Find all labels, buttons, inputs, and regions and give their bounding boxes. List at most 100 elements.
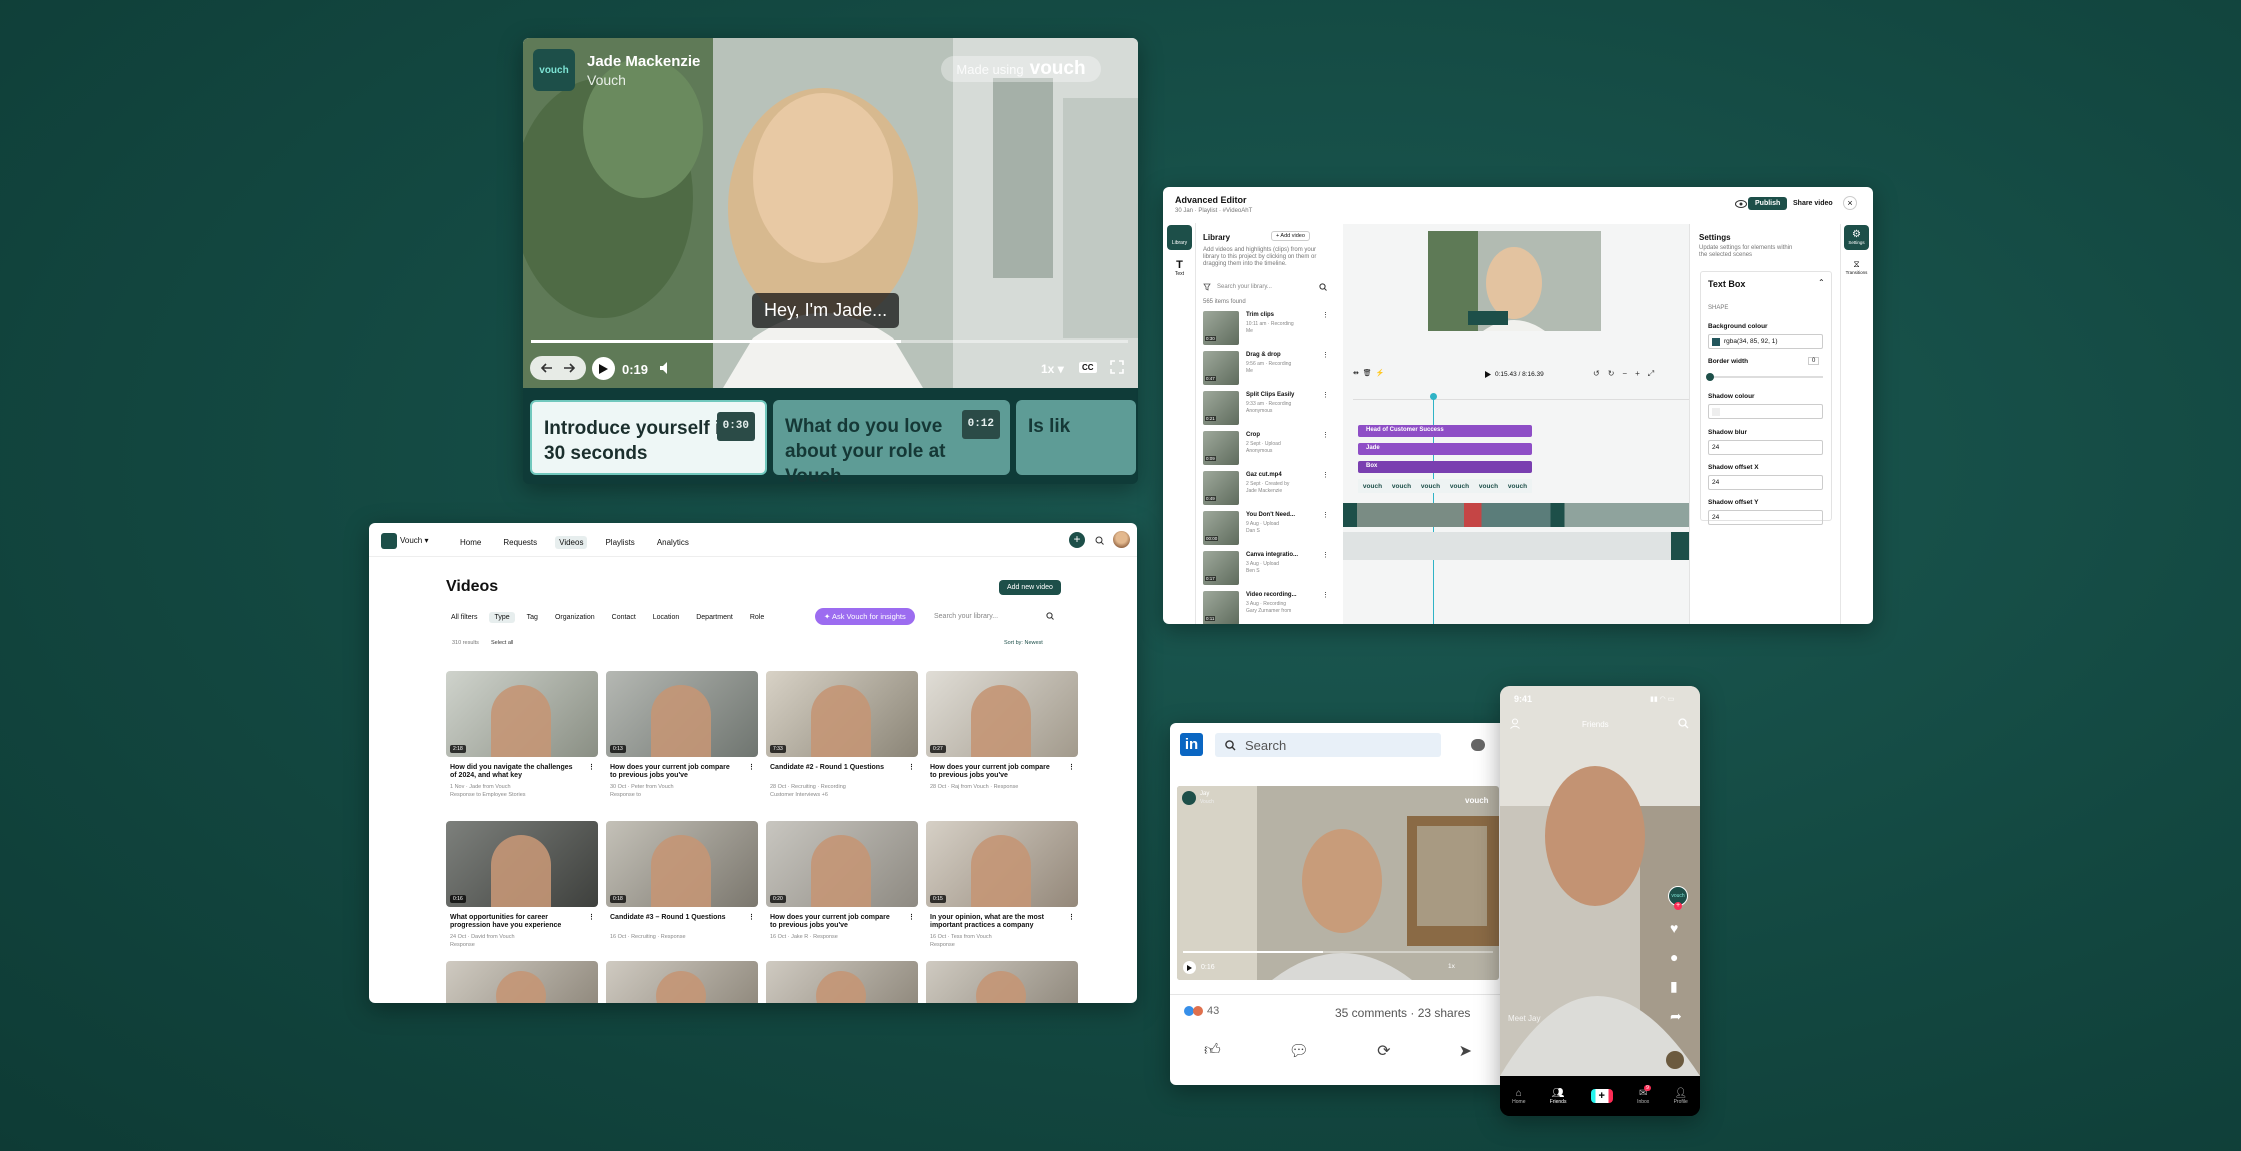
slider-handle[interactable]: [1706, 373, 1714, 381]
video-search-input[interactable]: Search your library...: [934, 613, 998, 620]
library-item[interactable]: 0:17 Canva integratio... 3 Aug · Upload …: [1203, 551, 1329, 587]
library-item[interactable]: 0:30 Trim clips 10:11 am · Recording Me …: [1203, 311, 1329, 347]
tab-text[interactable]: T Text: [1167, 259, 1192, 277]
nav-friends[interactable]: 👥︎ Friends: [1550, 1088, 1567, 1105]
speed-select[interactable]: 1x ▾: [1041, 362, 1064, 376]
captions-button[interactable]: CC: [1079, 362, 1097, 373]
filter-chip[interactable]: Role: [745, 612, 769, 623]
library-item[interactable]: 0:49 Gaz cut.mp4 2 Sept · Created by Jad…: [1203, 471, 1329, 507]
play-button[interactable]: [592, 357, 615, 380]
like-icon[interactable]: 👍︎: [1204, 1041, 1221, 1061]
add-icon[interactable]: +: [1069, 532, 1085, 548]
video-thumbnail[interactable]: 0:27: [926, 671, 1078, 757]
send-icon[interactable]: ➤: [1459, 1041, 1472, 1061]
search-icon[interactable]: [1678, 718, 1689, 729]
filter-chip[interactable]: Contact: [607, 612, 641, 623]
border-width-slider[interactable]: [1708, 376, 1823, 378]
magic-icon[interactable]: ⚡: [1376, 370, 1385, 377]
more-options-icon[interactable]: ⋮: [1322, 511, 1329, 519]
nav-item[interactable]: Analytics: [653, 536, 693, 549]
ask-vouch-button[interactable]: ✦ Ask Vouch for insights: [815, 608, 915, 625]
text-box-heading[interactable]: Text Box: [1708, 279, 1745, 289]
more-options-icon[interactable]: ⋮: [1068, 764, 1075, 772]
video-title[interactable]: How does your current job compare to pre…: [930, 764, 1058, 780]
more-options-icon[interactable]: ⋮: [588, 914, 595, 922]
search-icon[interactable]: [1046, 612, 1054, 620]
comment-icon[interactable]: 💬︎: [1289, 1041, 1309, 1061]
tab-settings[interactable]: ⚙ Settings: [1844, 225, 1869, 250]
video-thumbnail[interactable]: 0:15: [926, 821, 1078, 907]
video-title[interactable]: How does your current job compare to pre…: [770, 914, 898, 930]
library-item[interactable]: 0:21 Split Clips Easily 9:33 am · Record…: [1203, 391, 1329, 427]
more-options-icon[interactable]: ⋮: [748, 914, 755, 922]
more-options-icon[interactable]: ⋮: [1322, 351, 1329, 359]
linkedin-logo[interactable]: in: [1180, 733, 1203, 756]
video-thumbnail[interactable]: [446, 961, 598, 1003]
select-all[interactable]: Select all: [491, 640, 513, 646]
shadow-blur-input[interactable]: 24: [1708, 440, 1823, 455]
split-icon[interactable]: ⇹: [1353, 370, 1359, 377]
add-new-video-button[interactable]: Add new video: [999, 580, 1061, 595]
more-options-icon[interactable]: ⋮: [1322, 551, 1329, 559]
reaction-summary[interactable]: 43: [1184, 1005, 1219, 1017]
nav-home[interactable]: ⌂ Home: [1512, 1088, 1525, 1105]
nav-item[interactable]: Videos: [555, 536, 588, 549]
heart-icon[interactable]: ♥: [1670, 920, 1682, 936]
search-icon[interactable]: [1095, 536, 1104, 545]
library-item[interactable]: 00:00 You Don't Need... 9 Aug · Upload D…: [1203, 511, 1329, 547]
preview-frame[interactable]: [1428, 231, 1601, 331]
playhead-handle[interactable]: [1430, 393, 1437, 400]
more-options-icon[interactable]: ⋮: [1322, 311, 1329, 319]
more-options-icon[interactable]: ⋮: [748, 764, 755, 772]
video-thumbnail[interactable]: [926, 961, 1078, 1003]
timeline-zoom-controls[interactable]: ↺↻−+⤢: [1593, 369, 1662, 379]
volume-icon[interactable]: [659, 361, 673, 375]
nav-profile[interactable]: 👤︎ Profile: [1674, 1088, 1688, 1105]
comment-icon[interactable]: ●: [1670, 949, 1682, 965]
more-options-icon[interactable]: ⋮: [1322, 431, 1329, 439]
share-icon[interactable]: ➦: [1670, 1008, 1682, 1025]
more-options-icon[interactable]: ⋮: [1068, 914, 1075, 922]
tab-friends[interactable]: Friends: [1582, 720, 1609, 729]
shadow-colour-input[interactable]: [1708, 404, 1823, 419]
share-video-button[interactable]: Share video: [1793, 200, 1833, 207]
question-card-3[interactable]: Is lik: [1016, 400, 1136, 475]
video-title[interactable]: In your opinion, what are the most impor…: [930, 914, 1058, 930]
more-options-icon[interactable]: ⋮: [588, 764, 595, 772]
more-options-icon[interactable]: ⋮: [908, 764, 915, 772]
video-frame[interactable]: [523, 38, 1138, 388]
library-item[interactable]: 0:47 Drag & drop 9:56 am · Recording Me …: [1203, 351, 1329, 387]
progress-track[interactable]: [531, 340, 1128, 343]
fullscreen-icon[interactable]: [1110, 360, 1124, 374]
linkedin-search-input[interactable]: Search: [1245, 738, 1286, 753]
more-options-icon[interactable]: ⋮: [908, 914, 915, 922]
linkedin-speed[interactable]: 1x: [1448, 963, 1455, 970]
nav-inbox[interactable]: ✉ Inbox 9: [1637, 1084, 1651, 1105]
timeline-play-icon[interactable]: [1485, 371, 1491, 378]
shadow-offset-y-input[interactable]: 24: [1708, 510, 1823, 525]
shadow-offset-x-input[interactable]: 24: [1708, 475, 1823, 490]
nav-item[interactable]: Playlists: [601, 536, 638, 549]
video-title[interactable]: Candidate #2 - Round 1 Questions: [770, 764, 898, 772]
question-card-1[interactable]: Introduce yourself in 30 seconds 0:30: [530, 400, 767, 475]
end-card-clip[interactable]: [1671, 532, 1689, 560]
library-search-field[interactable]: Search your library...: [934, 608, 1054, 624]
video-thumbnail[interactable]: 0:16: [446, 821, 598, 907]
audio-track[interactable]: [1343, 532, 1689, 560]
colour-swatch[interactable]: [1712, 337, 1720, 346]
filter-chip[interactable]: Location: [648, 612, 684, 623]
video-track[interactable]: [1343, 503, 1689, 527]
library-item[interactable]: 0:11 Video recording... 3 Aug · Recordin…: [1203, 591, 1329, 624]
sort-select[interactable]: Sort by: Newest: [1004, 640, 1043, 646]
question-card-2[interactable]: What do you love about your role at Vouc…: [773, 400, 1010, 484]
messaging-icon[interactable]: [1471, 739, 1485, 751]
library-search[interactable]: Search your library...: [1203, 281, 1327, 293]
filter-chip[interactable]: All filters: [446, 612, 482, 623]
back-arrow-icon[interactable]: [541, 363, 553, 373]
filter-chip[interactable]: Tag: [522, 612, 543, 623]
bookmark-icon[interactable]: ▮: [1670, 978, 1682, 995]
video-thumbnail[interactable]: 0:13: [606, 671, 758, 757]
comment-count[interactable]: 35 comments: [1335, 1006, 1407, 1020]
follow-plus-icon[interactable]: +: [1674, 902, 1682, 910]
track-box[interactable]: Box: [1358, 461, 1532, 473]
